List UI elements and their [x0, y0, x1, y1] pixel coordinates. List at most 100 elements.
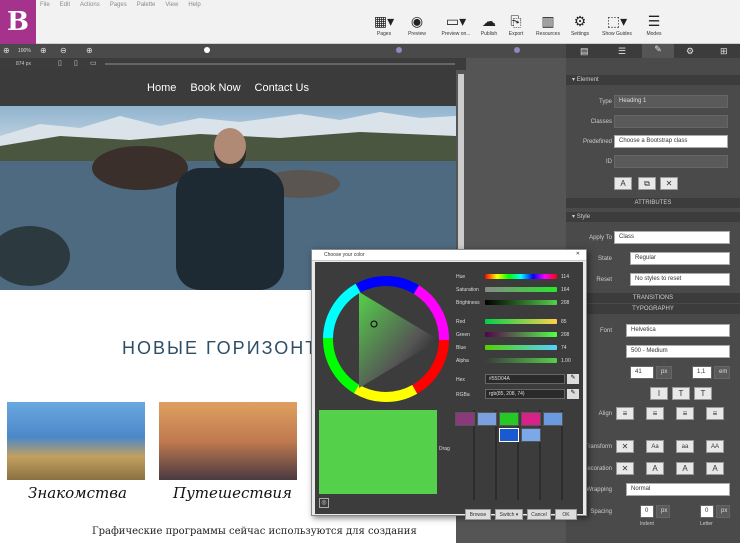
green-value[interactable]: 208	[561, 332, 569, 338]
menu-file[interactable]: File	[40, 2, 50, 8]
align-justify-button[interactable]: ≡	[706, 407, 724, 420]
tablet-icon[interactable]: ▯	[74, 59, 78, 67]
apply-to-select[interactable]: Class	[614, 231, 730, 244]
zoom-in-button[interactable]: ⊕	[86, 46, 93, 55]
show-guides-button[interactable]: ⬚▾ Show Guides	[598, 13, 636, 37]
menu-pages[interactable]: Pages	[110, 2, 127, 8]
menu-actions[interactable]: Actions	[80, 2, 100, 8]
nav-contact-us[interactable]: Contact Us	[255, 82, 309, 94]
copy-style-button[interactable]: ⧉	[638, 177, 656, 190]
transform-capitalize-button[interactable]: Aa	[646, 440, 664, 453]
desktop-icon[interactable]: ▭	[90, 59, 97, 67]
switch-button[interactable]: Switch ▾	[495, 509, 523, 520]
card-caption-travel[interactable]: Путешествия	[173, 484, 292, 502]
width-slider-track[interactable]	[105, 63, 455, 65]
saturation-slider[interactable]	[485, 287, 557, 292]
tree-tab-icon[interactable]: ⊞	[720, 46, 728, 57]
blue-value[interactable]: 74	[561, 345, 567, 351]
body-paragraph[interactable]: Графические программы сейчас используютс…	[92, 526, 417, 537]
line-height-unit[interactable]: em	[714, 366, 730, 379]
card-image-dating[interactable]	[7, 402, 145, 480]
text-format-button[interactable]: A	[614, 177, 632, 190]
cancel-button[interactable]: Cancel	[527, 509, 551, 520]
transform-lowercase-button[interactable]: aa	[676, 440, 694, 453]
overline-button[interactable]: A	[676, 462, 694, 475]
align-right-button[interactable]: ≡	[676, 407, 694, 420]
swatch[interactable]	[477, 412, 497, 426]
alpha-slider[interactable]	[485, 358, 557, 363]
settings-button[interactable]: ⚙ Settings	[562, 13, 598, 37]
type-field[interactable]: Heading 1	[614, 95, 728, 108]
hex-copy-icon[interactable]: ✎	[567, 374, 579, 384]
breakpoint-marker[interactable]	[396, 47, 402, 53]
style-section-header[interactable]: ▾ Style	[566, 212, 740, 222]
transitions-header[interactable]: TRANSITIONS	[566, 293, 740, 303]
font-size-unit[interactable]: px	[656, 366, 672, 379]
swatch[interactable]	[499, 412, 519, 426]
classes-field[interactable]	[614, 115, 728, 128]
breakpoint-marker[interactable]	[514, 47, 520, 53]
menu-palette[interactable]: Palette	[137, 2, 156, 8]
typography-header[interactable]: TYPOGRAPHY	[566, 304, 740, 314]
dialog-close-icon[interactable]: ✕	[576, 251, 580, 257]
page-heading[interactable]: НОВЫЕ ГОРИЗОНТ	[122, 338, 318, 359]
menu-view[interactable]: View	[165, 2, 178, 8]
letter-spacing-field[interactable]: 0	[700, 505, 714, 518]
swatch[interactable]	[543, 412, 563, 426]
modes-button[interactable]: ☰ Modes	[636, 13, 672, 37]
align-left-button[interactable]: ≡	[616, 407, 634, 420]
breakpoint-handle[interactable]	[204, 47, 210, 53]
dialog-titlebar[interactable]: Choose your color ✕	[312, 250, 586, 261]
gear-tab-icon[interactable]: ⚙	[686, 46, 694, 57]
decoration-none-button[interactable]: ✕	[616, 462, 634, 475]
swatch[interactable]	[521, 412, 541, 426]
indent-unit[interactable]: px	[656, 505, 670, 518]
transform-uppercase-button[interactable]: AA	[706, 440, 724, 453]
saturation-value[interactable]: 164	[561, 287, 569, 293]
predefined-select[interactable]: Choose a Bootstrap class	[614, 135, 728, 148]
list-tab-icon[interactable]: ☰	[618, 46, 626, 57]
ok-button[interactable]: OK	[555, 509, 577, 520]
underline-button[interactable]: A	[646, 462, 664, 475]
blue-slider[interactable]	[485, 345, 557, 350]
hue-slider[interactable]	[485, 274, 557, 279]
strikethrough-button[interactable]: A	[706, 462, 724, 475]
align-center-button[interactable]: ≡	[646, 407, 664, 420]
red-slider[interactable]	[485, 319, 557, 324]
card-image-travel[interactable]	[159, 402, 297, 480]
hex-field[interactable]: #55D04A	[485, 374, 565, 384]
pages-button[interactable]: ▦▾ Pages	[366, 13, 402, 37]
hue-value[interactable]: 114	[561, 274, 569, 280]
browse-button[interactable]: Browse	[465, 509, 491, 520]
font-size-field[interactable]: 41	[630, 366, 654, 379]
transform-none-button[interactable]: ✕	[616, 440, 634, 453]
brush-tab-icon[interactable]: ✎	[642, 44, 674, 58]
indent-field[interactable]: 0	[640, 505, 654, 518]
zoom-out-button[interactable]: ⊖	[60, 46, 67, 55]
brightness-slider[interactable]	[485, 300, 557, 305]
zoom-search-icon[interactable]: ⊕	[3, 46, 10, 55]
wrapping-select[interactable]: Normal	[626, 483, 730, 496]
zoom-minus-icon[interactable]: ⊕	[40, 46, 47, 55]
rgba-field[interactable]: rgb(85, 208, 74)	[485, 389, 565, 399]
italic-button[interactable]: I	[650, 387, 668, 400]
attributes-header[interactable]: ATTRIBUTES	[566, 198, 740, 208]
clear-style-button[interactable]: ✕	[660, 177, 678, 190]
brightness-value[interactable]: 208	[561, 300, 569, 306]
id-field[interactable]	[614, 155, 728, 168]
reset-select[interactable]: No styles to reset	[630, 273, 730, 286]
menu-edit[interactable]: Edit	[60, 2, 70, 8]
card-caption-dating[interactable]: Знакомства	[28, 484, 127, 502]
eyedropper-icon[interactable]: ◎	[319, 498, 329, 508]
font-select[interactable]: Helvetica	[626, 324, 730, 337]
color-wheel[interactable]	[319, 272, 453, 406]
alpha-value[interactable]: 1.00	[561, 358, 571, 364]
preview-button[interactable]: ◉ Preview	[399, 13, 435, 37]
green-slider[interactable]	[485, 332, 557, 337]
resources-button[interactable]: ▥ Resources	[530, 13, 566, 37]
element-section-header[interactable]: ▾ Element	[566, 75, 740, 85]
export-button[interactable]: ⎘ Export	[498, 13, 534, 37]
swatch[interactable]	[455, 412, 475, 426]
state-select[interactable]: Regular	[630, 252, 730, 265]
line-height-field[interactable]: 1,1	[692, 366, 712, 379]
